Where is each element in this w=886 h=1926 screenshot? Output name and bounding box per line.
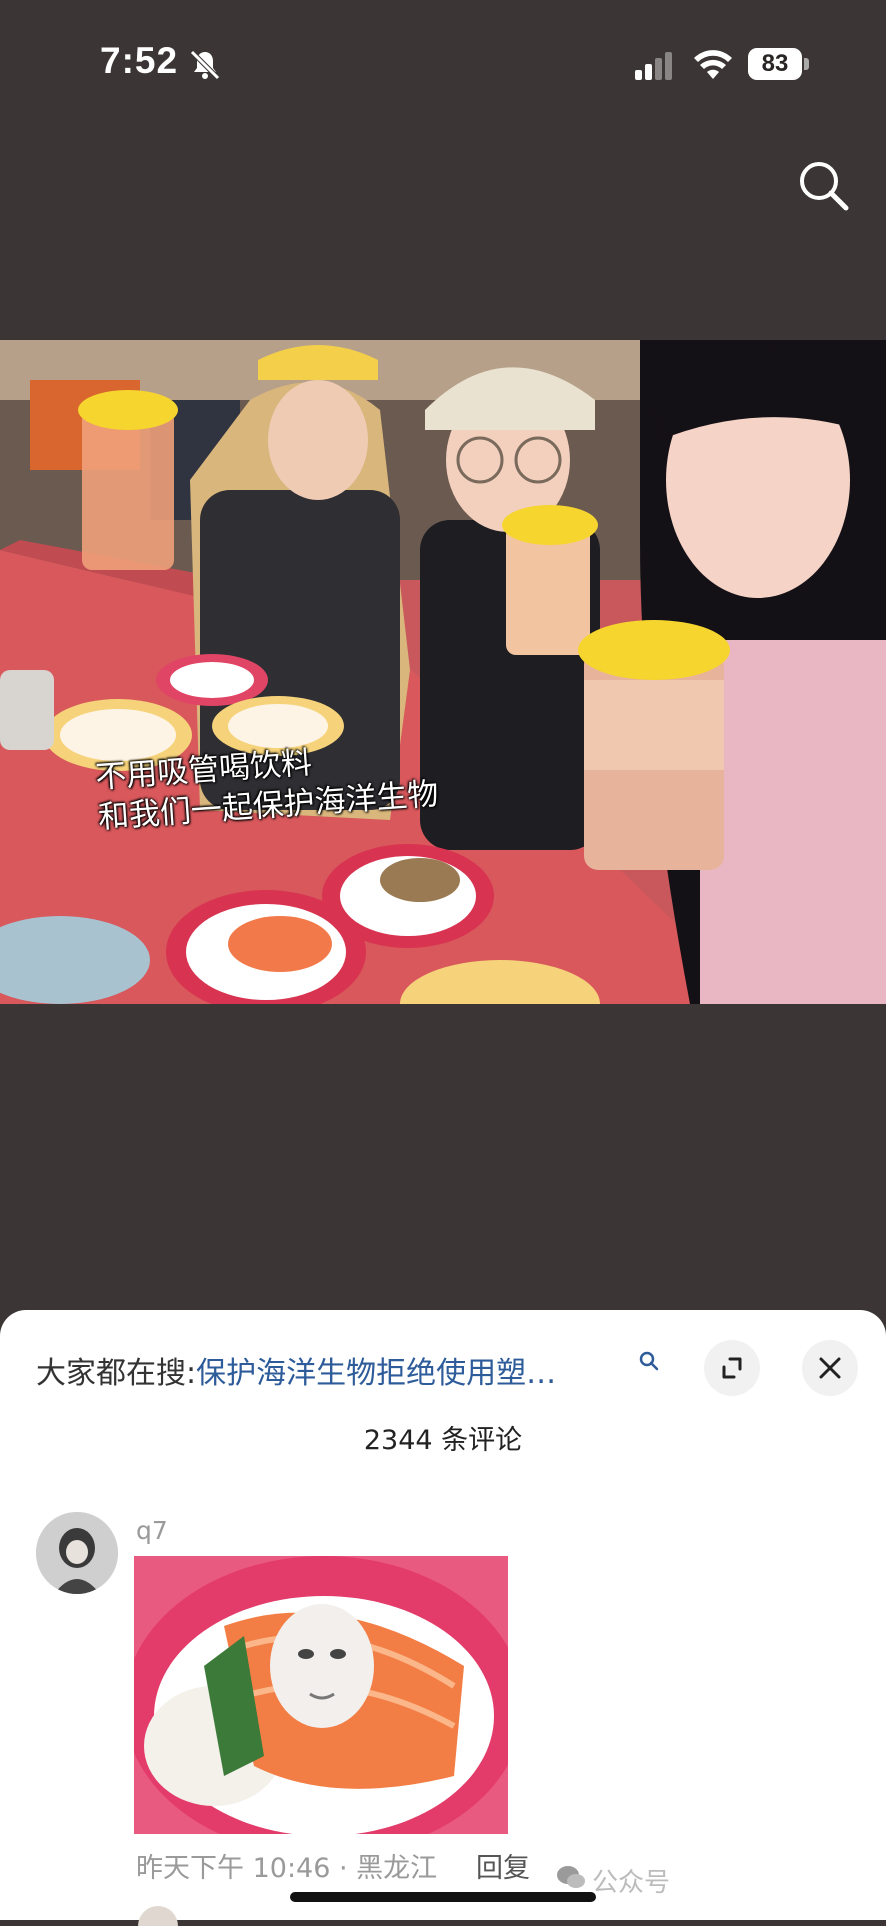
photo-illustration bbox=[0, 340, 886, 1004]
expand-icon bbox=[722, 1357, 742, 1379]
expand-button[interactable] bbox=[704, 1340, 760, 1396]
status-time: 7:52 bbox=[100, 40, 179, 81]
search-icon[interactable] bbox=[794, 156, 854, 216]
battery-indicator: 83 bbox=[748, 48, 810, 82]
cellular-signal-icon bbox=[635, 52, 672, 80]
trending-search[interactable]: 大家都在搜:保护海洋生物拒绝使用塑… bbox=[36, 1348, 556, 1392]
comment-username[interactable]: q7 bbox=[136, 1516, 168, 1545]
avatar[interactable] bbox=[36, 1512, 118, 1594]
status-bar: 7:52 83 bbox=[0, 0, 886, 211]
reply-button[interactable]: 回复 bbox=[476, 1846, 530, 1885]
next-comment-avatar[interactable] bbox=[138, 1906, 178, 1926]
trending-prefix: 大家都在搜: bbox=[36, 1356, 197, 1391]
bell-muted-icon bbox=[190, 50, 220, 80]
home-indicator[interactable] bbox=[290, 1892, 596, 1902]
salmon-meme-image bbox=[134, 1556, 508, 1834]
watermark-text: 公众号 bbox=[592, 1868, 671, 1898]
comment-count: 2344 条评论 bbox=[363, 1425, 523, 1456]
wechat-icon bbox=[557, 1866, 585, 1888]
close-icon bbox=[819, 1357, 841, 1379]
comment-timestamp-location: 昨天下午 10:46 · 黑龙江 bbox=[136, 1853, 438, 1884]
post-photo[interactable]: 不用吸管喝饮料 和我们一起保护海洋生物 bbox=[0, 340, 886, 1004]
avatar-image bbox=[36, 1512, 118, 1594]
trending-query-link[interactable]: 保护海洋生物拒绝使用塑… bbox=[196, 1356, 556, 1391]
wifi-icon bbox=[694, 50, 732, 79]
battery-level: 83 bbox=[748, 48, 802, 80]
close-button[interactable] bbox=[802, 1340, 858, 1396]
comment-image[interactable] bbox=[134, 1556, 508, 1834]
comments-sheet: 大家都在搜:保护海洋生物拒绝使用塑… 2344 条评论 q7 昨天下午 10:4… bbox=[0, 1310, 886, 1926]
search-small-icon bbox=[639, 1351, 659, 1371]
